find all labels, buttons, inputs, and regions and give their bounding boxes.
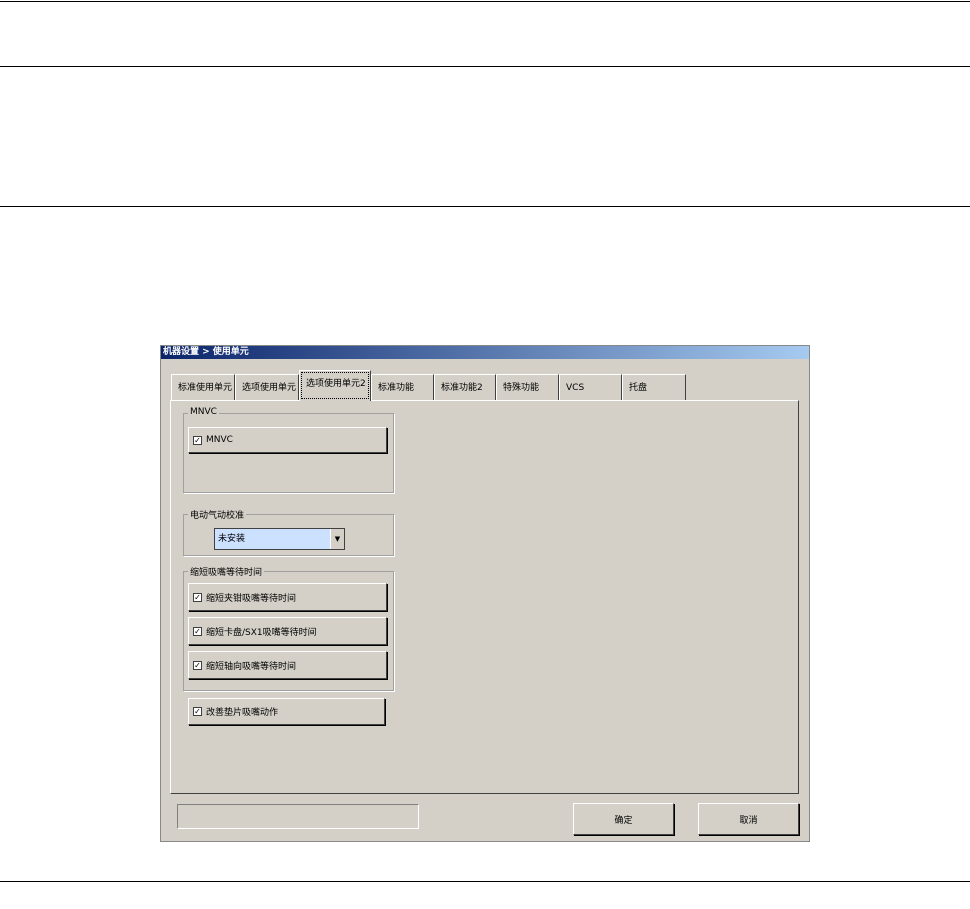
cancel-button[interactable]: 取消 [698,803,799,835]
check-icon: ✓ [193,660,202,670]
tab-vcs[interactable]: VCS [559,374,622,401]
tab-tray[interactable]: 托盘 [622,374,686,401]
check-icon: ✓ [193,626,202,636]
check-icon: ✓ [193,707,202,716]
chuck-sx1-nozzle-wait-checkbox[interactable]: ✓ 缩短卡盘/SX1吸嘴等待时间 [188,617,387,645]
calibration-select[interactable]: 未安装 ▼ [214,528,345,550]
ok-button[interactable]: 确定 [573,803,674,835]
checkbox-label: 缩短轴向吸嘴等待时间 [206,661,297,672]
divider [0,206,970,207]
calibration-group: 电动气动校准 未安装 ▼ [183,508,394,556]
divider [0,881,970,882]
wait-time-group: 缩短吸嘴等待时间 ✓ 缩短夹钳吸嘴等待时间 ✓ 缩短卡盘/SX1吸嘴等待时间 ✓ 缩短… [183,565,394,691]
group-label: 电动气动校准 [188,508,247,521]
checkbox-label: 改善垫片吸嘴动作 [206,708,279,718]
tab-standard-functions-2[interactable]: 标准功能2 [434,374,496,401]
group-label: 缩短吸嘴等待时间 [188,565,265,578]
check-icon: ✓ [193,592,202,602]
tab-option-units[interactable]: 选项使用单元 [235,374,299,401]
select-value: 未安装 [218,534,246,544]
checkbox-label: 缩短夹钳吸嘴等待时间 [206,593,297,604]
checkbox-label: MNVC [206,435,233,445]
divider [0,1,970,2]
tab-standard-units[interactable]: 标准使用单元 [171,374,235,401]
tab-special-functions[interactable]: 特殊功能 [496,374,559,401]
tab-standard-functions[interactable]: 标准功能 [371,374,434,401]
chevron-down-icon[interactable]: ▼ [330,529,344,549]
dialog-title: 机器设置 > 使用单元 [161,346,809,359]
tab-panel: MNVC ✓ MNVC 电动气动校准 未安装 ▼ 缩短吸嘴等待时间 ✓ 缩短夹钳吸… [170,400,799,794]
group-label: MNVC [188,407,219,417]
mnvc-checkbox[interactable]: ✓ MNVC [188,427,387,453]
gripper-nozzle-wait-checkbox[interactable]: ✓ 缩短夹钳吸嘴等待时间 [188,583,387,611]
improve-pad-nozzle-checkbox[interactable]: ✓ 改善垫片吸嘴动作 [188,698,385,725]
tab-option-units-2[interactable]: 选项使用单元2 [299,370,371,401]
status-field [177,804,419,829]
mnvc-group: MNVC ✓ MNVC [183,407,394,493]
divider [0,66,970,67]
axial-nozzle-wait-checkbox[interactable]: ✓ 缩短轴向吸嘴等待时间 [188,651,387,679]
checkbox-label: 缩短卡盘/SX1吸嘴等待时间 [206,627,317,638]
settings-dialog: 机器设置 > 使用单元 标准使用单元 选项使用单元 选项使用单元2 标准功能 标… [160,345,810,842]
check-icon: ✓ [193,435,202,445]
